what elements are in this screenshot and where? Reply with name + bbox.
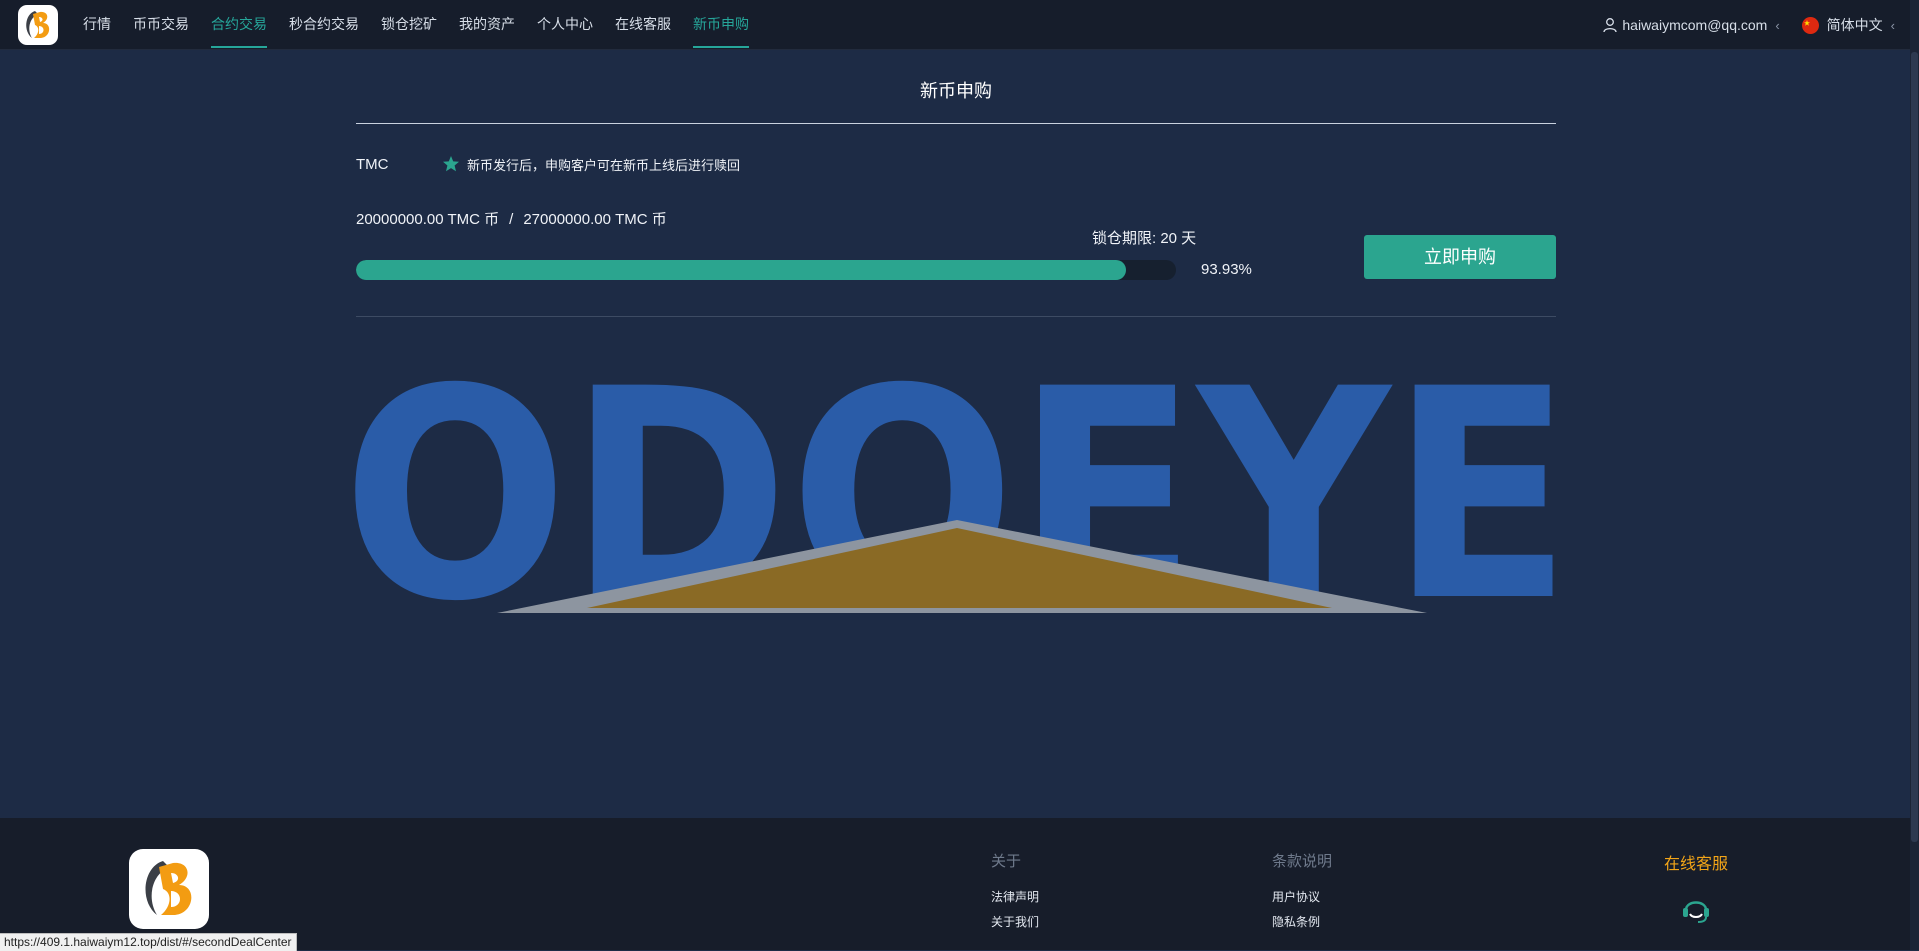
menu-item-new-coin-subscription[interactable]: 新币申购 [682, 0, 760, 50]
footer-terms-title: 条款说明 [1272, 853, 1333, 870]
coin-banner-image: ODOEYE [342, 338, 1572, 613]
subscribe-now-button[interactable]: 立即申购 [1364, 235, 1556, 279]
footer-support-title[interactable]: 在线客服 [1661, 850, 1731, 874]
menu-item-online-support[interactable]: 在线客服 [604, 0, 682, 50]
amount-separator: / [509, 211, 514, 228]
scrollbar-thumb[interactable] [1911, 52, 1918, 842]
star-icon [443, 156, 459, 172]
app-logo-icon [145, 861, 192, 915]
progress-bar [356, 260, 1176, 280]
footer-link-user-agreement[interactable]: 用户协议 [1272, 888, 1332, 905]
menu-item-profile[interactable]: 个人中心 [526, 0, 604, 50]
subscription-panel: 新币申购 TMC 新币发行后，申购客户可在新币上线后进行赎回 20000000.… [342, 50, 1572, 613]
headset-icon[interactable] [1679, 892, 1713, 926]
total-amount: 27000000.00 TMC 币 [523, 211, 667, 228]
page-scrollbar[interactable] [1910, 0, 1919, 950]
progress-bar-fill [356, 260, 1127, 280]
odoeye-logo-graphic: ODOEYE [342, 338, 1572, 613]
lock-period: 锁仓期限: 20 天 [1092, 230, 1197, 247]
chevron-left-icon: ‹ [1890, 17, 1895, 33]
notice: 新币发行后，申购客户可在新币上线后进行赎回 [442, 155, 740, 174]
notice-text: 新币发行后，申购客户可在新币上线后进行赎回 [467, 157, 741, 173]
china-flag-icon [1801, 16, 1819, 34]
main-menu: 行情 币币交易 合约交易 秒合约交易 锁仓挖矿 我的资产 个人中心 在线客服 新… [72, 0, 760, 50]
footer-link-about-us[interactable]: 关于我们 [991, 913, 1039, 930]
nav-right: haiwaiymcom@qq.com ‹ 简体中文 ‹ [1602, 0, 1905, 50]
menu-item-contract-trading[interactable]: 合约交易 [200, 0, 278, 50]
app-logo-icon [26, 11, 50, 38]
app-logo[interactable] [18, 5, 58, 45]
menu-item-market[interactable]: 行情 [72, 0, 122, 50]
language-label: 简体中文 [1826, 17, 1883, 33]
menu-item-spot-trading[interactable]: 币币交易 [122, 0, 200, 50]
footer-link-legal[interactable]: 法律声明 [991, 888, 1039, 905]
browser-status-url: https://409.1.haiwaiym12.top/dist/#/seco… [0, 933, 297, 951]
title-divider [356, 123, 1556, 124]
chevron-left-icon: ‹ [1775, 17, 1780, 33]
coin-row: TMC 新币发行后，申购客户可在新币上线后进行赎回 [356, 154, 1556, 174]
section-divider [356, 316, 1556, 317]
top-navbar: 行情 币币交易 合约交易 秒合约交易 锁仓挖矿 我的资产 个人中心 在线客服 新… [0, 0, 1919, 50]
footer-about-column: 关于 法律声明 关于我们 [991, 850, 1039, 930]
menu-item-second-contract[interactable]: 秒合约交易 [278, 0, 370, 50]
menu-item-my-assets[interactable]: 我的资产 [448, 0, 526, 50]
footer-terms-column: 条款说明 用户协议 隐私条例 [1272, 850, 1332, 930]
page-title: 新币申购 [920, 81, 992, 101]
menu-item-staking[interactable]: 锁仓挖矿 [370, 0, 448, 50]
footer-link-privacy[interactable]: 隐私条例 [1272, 913, 1332, 930]
user-email: haiwaiymcom@qq.com [1622, 17, 1768, 33]
language-selector[interactable]: 简体中文 ‹ [1790, 15, 1905, 35]
footer-support[interactable]: 在线客服 [1661, 850, 1731, 931]
coin-name: TMC [356, 155, 389, 173]
subscription-amounts: 20000000.00 TMC 币 / 27000000.00 TMC 币 [356, 208, 1556, 229]
footer-logo [129, 849, 209, 929]
user-icon [1603, 18, 1618, 33]
footer-about-title: 关于 [991, 853, 1022, 870]
footer: 关于 法律声明 关于我们 条款说明 用户协议 隐私条例 在线客服 [0, 818, 1910, 950]
sold-amount: 20000000.00 TMC 币 [356, 211, 500, 228]
user-menu[interactable]: haiwaiymcom@qq.com ‹ [1602, 17, 1789, 33]
progress-percent: 93.93% [1201, 261, 1252, 278]
